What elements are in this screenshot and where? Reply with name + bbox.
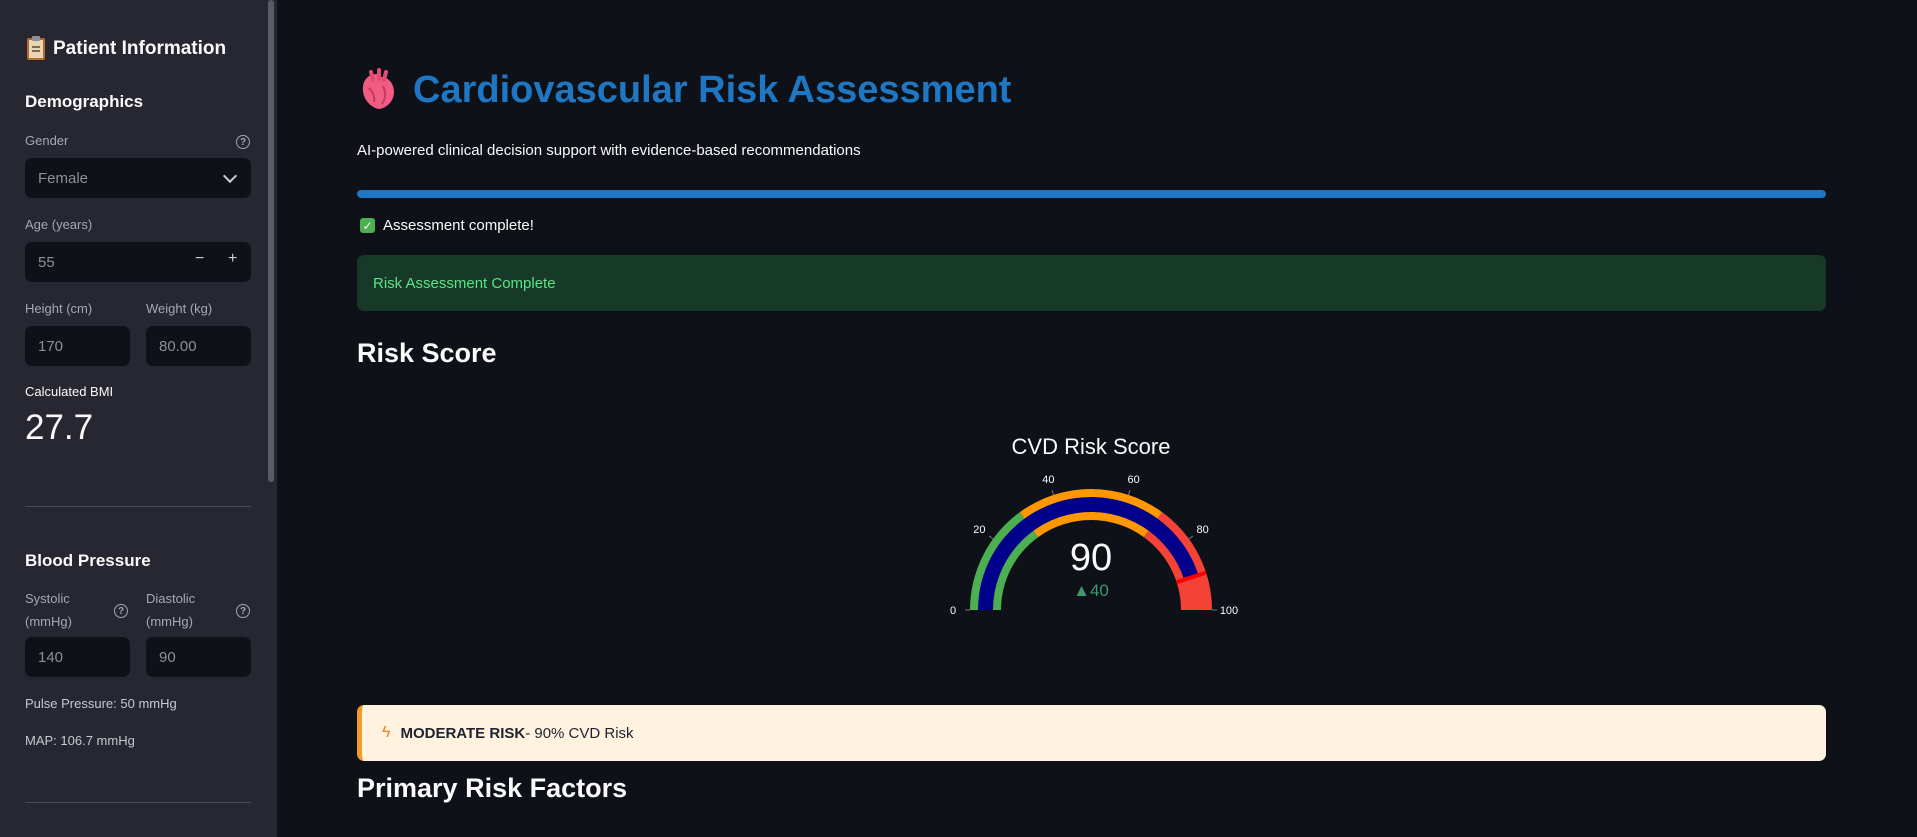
systolic-label: Systolic (mmHg) — [25, 591, 72, 629]
gauge-tick-label: 100 — [1220, 605, 1238, 617]
page-title-text: Cardiovascular Risk Assessment — [413, 68, 1012, 111]
page-title: Cardiovascular Risk Assessment — [357, 68, 1011, 112]
age-label: Age (years) — [25, 217, 93, 232]
bmi-label: Calculated BMI — [25, 384, 114, 399]
gauge-tick-mark — [1188, 535, 1194, 540]
gender-help-icon[interactable]: ? — [236, 135, 250, 149]
gauge-tick-mark — [1051, 490, 1055, 496]
clipboard-icon — [27, 36, 45, 60]
systolic-input[interactable]: 140 — [25, 637, 130, 677]
progress-bar — [357, 190, 1826, 198]
divider — [25, 802, 251, 803]
diastolic-input[interactable]: 90 — [146, 637, 251, 677]
diastolic-help-icon[interactable]: ? — [236, 604, 250, 618]
lightning-icon: ϟ — [382, 724, 391, 741]
status-message: ✓ Assessment complete! — [360, 217, 534, 234]
gauge-delta: ▲40 — [1073, 581, 1109, 600]
weight-input[interactable]: 80.00 — [146, 326, 251, 366]
cvd-risk-gauge: CVD Risk Score 0 20 40 60 80 100 90 ▲40 — [940, 430, 1260, 630]
page-subtitle: AI-powered clinical decision support wit… — [357, 142, 861, 159]
bmi-value: 27.7 — [25, 408, 94, 447]
risk-percent-text: - 90% CVD Risk — [525, 724, 634, 742]
gauge-tick-label: 60 — [1128, 474, 1140, 486]
risk-score-heading: Risk Score — [357, 338, 497, 368]
gauge-value: 90 — [1070, 537, 1112, 579]
risk-level-text: MODERATE RISK — [400, 724, 526, 742]
map-text: MAP: 106.7 mmHg — [25, 733, 135, 748]
gauge-tick-label: 80 — [1197, 524, 1209, 536]
gauge-tick-label: 40 — [1042, 474, 1054, 486]
weight-label: Weight (kg) — [146, 301, 213, 316]
gauge-tick-label: 20 — [973, 524, 985, 536]
chevron-down-icon — [222, 168, 238, 184]
divider — [25, 506, 251, 507]
risk-warning-alert: ϟ MODERATE RISK - 90% CVD Risk — [357, 705, 1826, 761]
gauge-tick-label: 0 — [950, 605, 956, 617]
age-increment-button[interactable]: + — [228, 250, 237, 268]
progress-fill — [357, 190, 1826, 198]
gauge-tick-mark — [988, 535, 994, 540]
age-number-input[interactable]: 55 − + — [25, 242, 251, 282]
height-label: Height (cm) — [25, 301, 93, 316]
demographics-heading: Demographics — [25, 92, 144, 111]
gauge-tick-mark — [1127, 490, 1131, 496]
age-decrement-button[interactable]: − — [195, 250, 204, 268]
pulse-pressure-text: Pulse Pressure: 50 mmHg — [25, 696, 177, 711]
height-input[interactable]: 170 — [25, 326, 130, 366]
sidebar-title: Patient Information — [27, 36, 226, 60]
sidebar-scrollbar[interactable] — [268, 0, 274, 482]
gender-label: Gender — [25, 133, 69, 148]
primary-risk-factors-heading: Primary Risk Factors — [357, 773, 628, 803]
gauge-svg: CVD Risk Score 0 20 40 60 80 100 90 ▲40 — [950, 434, 1238, 617]
sidebar: Patient Information Demographics Gender … — [0, 0, 277, 837]
systolic-help-icon[interactable]: ? — [114, 604, 128, 618]
gender-select[interactable]: Female — [25, 158, 251, 198]
anatomical-heart-icon — [362, 68, 394, 109]
blood-pressure-heading: Blood Pressure — [25, 551, 151, 570]
success-alert: Risk Assessment Complete — [357, 255, 1826, 311]
check-icon: ✓ — [360, 218, 375, 233]
gauge-title: CVD Risk Score — [1012, 434, 1171, 459]
diastolic-label: Diastolic (mmHg) — [146, 591, 196, 629]
